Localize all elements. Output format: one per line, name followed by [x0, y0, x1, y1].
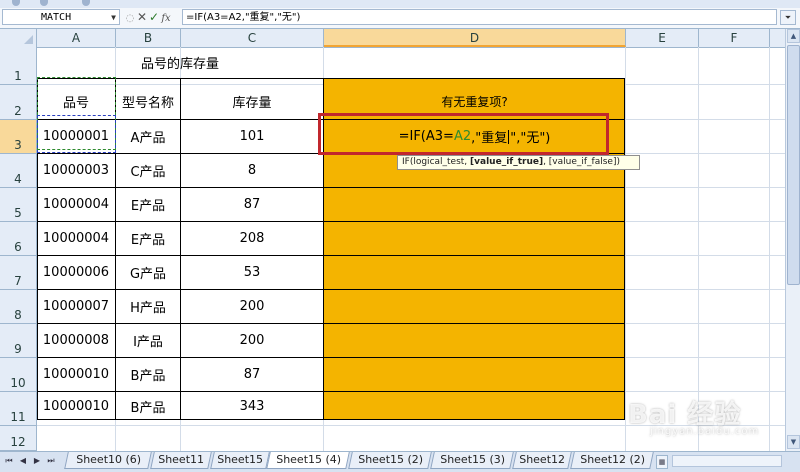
column-header-e[interactable]: E	[626, 29, 699, 47]
table-cell[interactable]: 87	[181, 188, 323, 221]
table-cell[interactable]: G产品	[116, 256, 180, 289]
undo-icon[interactable]	[40, 0, 48, 6]
confirm-formula-button[interactable]: ✓	[148, 10, 160, 25]
table-cell[interactable]: 10000008	[37, 324, 115, 357]
sheet-tab[interactable]: Sheet15 (3)	[430, 452, 514, 469]
tooltip-active-arg: [value_if_true]	[470, 157, 544, 167]
sheet-tab[interactable]: Sheet12 (2)	[570, 452, 654, 469]
table-cell[interactable]: 343	[181, 392, 323, 420]
row-header[interactable]: 11	[0, 392, 37, 426]
scroll-down-icon[interactable]: ▼	[787, 435, 800, 449]
column-header-d[interactable]: D	[324, 29, 626, 47]
name-box-value: MATCH	[41, 12, 72, 23]
sheet-tab-bar: ⏮ ◀ ▶ ⏭ Sheet10 (6) Sheet11 Sheet15 Shee…	[0, 451, 800, 472]
table-cell[interactable]: 10000004	[37, 188, 115, 221]
table-cell[interactable]: 10000004	[37, 222, 115, 255]
red-highlight-box	[318, 113, 609, 155]
sheet-tab[interactable]: Sheet15 (2)	[348, 452, 432, 469]
row-header[interactable]: 5	[0, 188, 37, 222]
horizontal-scrollbar[interactable]	[672, 455, 782, 467]
table-cell[interactable]: C产品	[116, 154, 180, 187]
sheet-tab-active[interactable]: Sheet15 (4)	[266, 452, 350, 469]
row-header[interactable]: 8	[0, 290, 37, 324]
row-header-selected[interactable]: 3	[0, 120, 37, 154]
scroll-up-icon[interactable]: ▲	[787, 29, 800, 43]
scroll-thumb[interactable]	[787, 45, 800, 285]
table-cell[interactable]: B产品	[116, 392, 180, 420]
cancel-formula-button[interactable]: ✕	[136, 10, 148, 25]
table-cell[interactable]: 53	[181, 256, 323, 289]
column-header-a[interactable]: A	[37, 29, 116, 47]
formula-buttons: ◌ ✕ ✓ fx	[124, 10, 178, 25]
baidu-watermark: Bai 经验 jingyan.baidu.com	[628, 400, 760, 437]
name-box[interactable]: MATCH ▼	[2, 9, 120, 25]
table-cell[interactable]: 200	[181, 290, 323, 323]
column-header-f[interactable]: F	[699, 29, 770, 47]
function-tooltip: IF(logical_test, [value_if_true], [value…	[397, 155, 640, 170]
insert-function-button[interactable]: fx	[160, 11, 172, 26]
table-cell[interactable]: A产品	[116, 120, 180, 153]
vertical-scrollbar[interactable]: ▲ ▼	[785, 29, 800, 451]
select-all-corner[interactable]	[0, 29, 37, 47]
column-header-b[interactable]: B	[116, 29, 181, 47]
row-header[interactable]: 4	[0, 154, 37, 188]
insert-sheet-icon[interactable]: ▦	[656, 455, 668, 469]
chevron-down-icon[interactable]: ▼	[111, 10, 116, 26]
header-cell[interactable]: 库存量	[181, 84, 323, 119]
last-sheet-icon[interactable]: ⏭	[45, 455, 57, 467]
sheet-tab[interactable]: Sheet10 (6)	[64, 452, 152, 469]
table-cell[interactable]: E产品	[116, 188, 180, 221]
sheet-tab[interactable]: Sheet15	[210, 452, 270, 469]
row-header[interactable]: 7	[0, 256, 37, 290]
sheet-tab[interactable]: Sheet12	[512, 452, 572, 469]
row-header[interactable]: 10	[0, 358, 37, 392]
next-sheet-icon[interactable]: ▶	[31, 455, 43, 467]
redo-icon[interactable]	[82, 0, 90, 6]
row-header[interactable]: 1	[0, 47, 37, 85]
first-sheet-icon[interactable]: ⏮	[3, 455, 15, 467]
table-cell[interactable]: 10000010	[37, 358, 115, 391]
table-cell[interactable]: 10000007	[37, 290, 115, 323]
circle-icon: ◌	[125, 13, 135, 24]
sheet-title[interactable]: 品号的库存量	[37, 47, 323, 78]
row-header[interactable]: 2	[0, 85, 37, 120]
save-icon[interactable]	[12, 0, 20, 6]
table-cell[interactable]: 8	[181, 154, 323, 187]
expand-formula-bar-icon[interactable]: ⏷	[780, 10, 796, 25]
header-cell[interactable]: 型号名称	[116, 84, 180, 119]
row-header[interactable]: 12	[0, 426, 37, 451]
table-cell[interactable]: B产品	[116, 358, 180, 391]
table-cell[interactable]: 10000010	[37, 392, 115, 420]
table-cell[interactable]: I产品	[116, 324, 180, 357]
prev-sheet-icon[interactable]: ◀	[17, 455, 29, 467]
table-cell[interactable]: 10000003	[37, 154, 115, 187]
column-header-c[interactable]: C	[181, 29, 324, 47]
sheet-tab[interactable]: Sheet11	[150, 452, 212, 469]
row-header[interactable]: 9	[0, 324, 37, 358]
reference-marquee-blue	[37, 115, 116, 153]
formula-input[interactable]: =IF(A3=A2,"重复","无")	[182, 9, 777, 25]
table-cell[interactable]: 101	[181, 120, 323, 153]
table-cell[interactable]: H产品	[116, 290, 180, 323]
cell-grid[interactable]: 品号的库存量 品号 型号名称 库存量 有无重复项? 10000001 A产品 1…	[37, 47, 785, 451]
formula-bar: MATCH ▼ ◌ ✕ ✓ fx =IF(A3=A2,"重复","无") ⏷	[0, 8, 800, 29]
table-cell[interactable]: E产品	[116, 222, 180, 255]
table-cell[interactable]: 87	[181, 358, 323, 391]
table-cell[interactable]: 10000006	[37, 256, 115, 289]
column-headers: A B C D E F	[0, 29, 785, 48]
row-header[interactable]: 6	[0, 222, 37, 256]
table-cell[interactable]: 208	[181, 222, 323, 255]
table-cell[interactable]: 200	[181, 324, 323, 357]
